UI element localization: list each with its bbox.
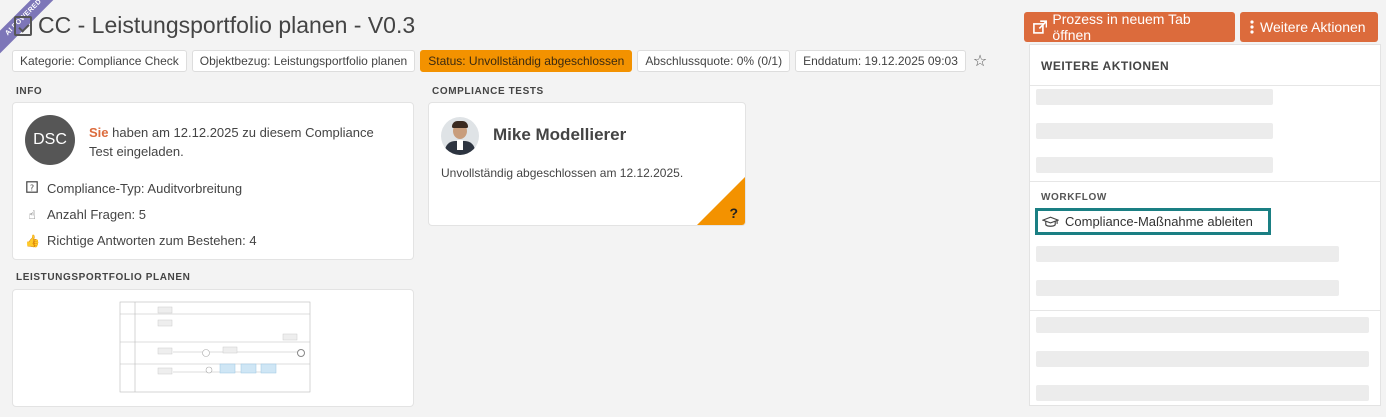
- derive-compliance-measure-item[interactable]: Compliance-Maßnahme ableiten: [1035, 208, 1271, 235]
- status-badge: Status: Unvollständig abgeschlossen: [420, 50, 633, 72]
- dropdown-divider: [1030, 85, 1380, 86]
- person-avatar: [441, 117, 479, 155]
- info-card: DSC Sie haben am 12.12.2025 zu diesem Co…: [12, 102, 414, 260]
- invitation-text: Sie haben am 12.12.2025 zu diesem Compli…: [89, 123, 399, 161]
- compliance-type-text: Compliance-Typ: Auditvorbreitung: [47, 181, 243, 196]
- open-process-new-tab-button[interactable]: Prozess in neuem Tab öffnen: [1024, 11, 1235, 43]
- thumbs-up-icon: 👍: [25, 233, 40, 248]
- loading-placeholder: [1036, 123, 1273, 139]
- workflow-section-label: WORKFLOW: [1041, 192, 1107, 203]
- dropdown-title: WEITERE AKTIONEN: [1041, 59, 1170, 73]
- invitation-rest: haben am 12.12.2025 zu diesem Compliance…: [89, 125, 374, 159]
- pass-threshold-line: 👍 Richtige Antworten zum Bestehen: 4: [25, 233, 257, 248]
- page-title: CC - Leistungsportfolio planen - V0.3: [38, 12, 416, 38]
- loading-placeholder: [1036, 246, 1339, 262]
- loading-placeholder: [1036, 351, 1369, 367]
- person-name: Mike Modellierer: [493, 125, 627, 144]
- object-reference-tag[interactable]: Objektbezug: Leistungsportfolio planen: [191, 50, 416, 72]
- favorite-star-icon[interactable]: ☆: [973, 51, 987, 71]
- process-diagram-thumbnail: [119, 301, 311, 393]
- compliance-type-line: ? Compliance-Typ: Auditvorbreitung: [25, 181, 242, 196]
- loading-placeholder: [1036, 157, 1273, 173]
- more-actions-button[interactable]: Weitere Aktionen: [1240, 12, 1378, 42]
- completion-rate-tag: Abschlussquote: 0% (0/1): [637, 50, 791, 72]
- process-section-label: LEISTUNGSPORTFOLIO PLANEN: [16, 272, 191, 283]
- compliance-tests-label: COMPLIANCE TESTS: [432, 86, 544, 97]
- test-status-text: Unvollständig abgeschlossen am 12.12.202…: [441, 166, 684, 180]
- external-link-icon: [1033, 19, 1048, 34]
- avatar: DSC: [25, 115, 75, 165]
- dropdown-divider: [1030, 310, 1380, 311]
- question-square-icon: ?: [25, 181, 39, 196]
- loading-placeholder: [1036, 317, 1369, 333]
- workflow-item-label: Compliance-Maßnahme ableiten: [1065, 214, 1253, 229]
- inviter-you[interactable]: Sie: [89, 125, 109, 140]
- compliance-test-card[interactable]: Mike Modellierer Unvollständig abgeschlo…: [428, 102, 746, 226]
- graduation-cap-icon: [1042, 216, 1059, 227]
- question-mark-icon: ?: [729, 205, 738, 221]
- check-square-icon: [14, 15, 32, 36]
- svg-text:?: ?: [30, 183, 34, 192]
- open-process-label: Prozess in neuem Tab öffnen: [1052, 11, 1191, 43]
- end-date-tag: Enddatum: 19.12.2025 09:03: [795, 50, 966, 72]
- question-count-line: ☝ Anzahl Fragen: 5: [25, 207, 146, 222]
- loading-placeholder: [1036, 89, 1273, 105]
- info-section-label: INFO: [16, 86, 43, 97]
- process-diagram-card[interactable]: [12, 289, 414, 407]
- question-count-text: Anzahl Fragen: 5: [47, 207, 147, 222]
- vertical-dots-icon: [1250, 20, 1254, 34]
- loading-placeholder: [1036, 385, 1369, 401]
- meta-tags: Kategorie: Compliance Check Objektbezug:…: [12, 50, 987, 72]
- loading-placeholder: [1036, 280, 1339, 296]
- hand-pointer-icon: ☝: [28, 207, 36, 222]
- more-actions-dropdown: WEITERE AKTIONEN WORKFLOW Compliance-Maß…: [1029, 44, 1381, 406]
- dropdown-divider: [1030, 181, 1380, 182]
- category-tag: Kategorie: Compliance Check: [12, 50, 187, 72]
- more-actions-label: Weitere Aktionen: [1260, 19, 1366, 35]
- page-header: CC - Leistungsportfolio planen - V0.3: [14, 12, 415, 39]
- pass-threshold-text: Richtige Antworten zum Bestehen: 4: [47, 233, 257, 248]
